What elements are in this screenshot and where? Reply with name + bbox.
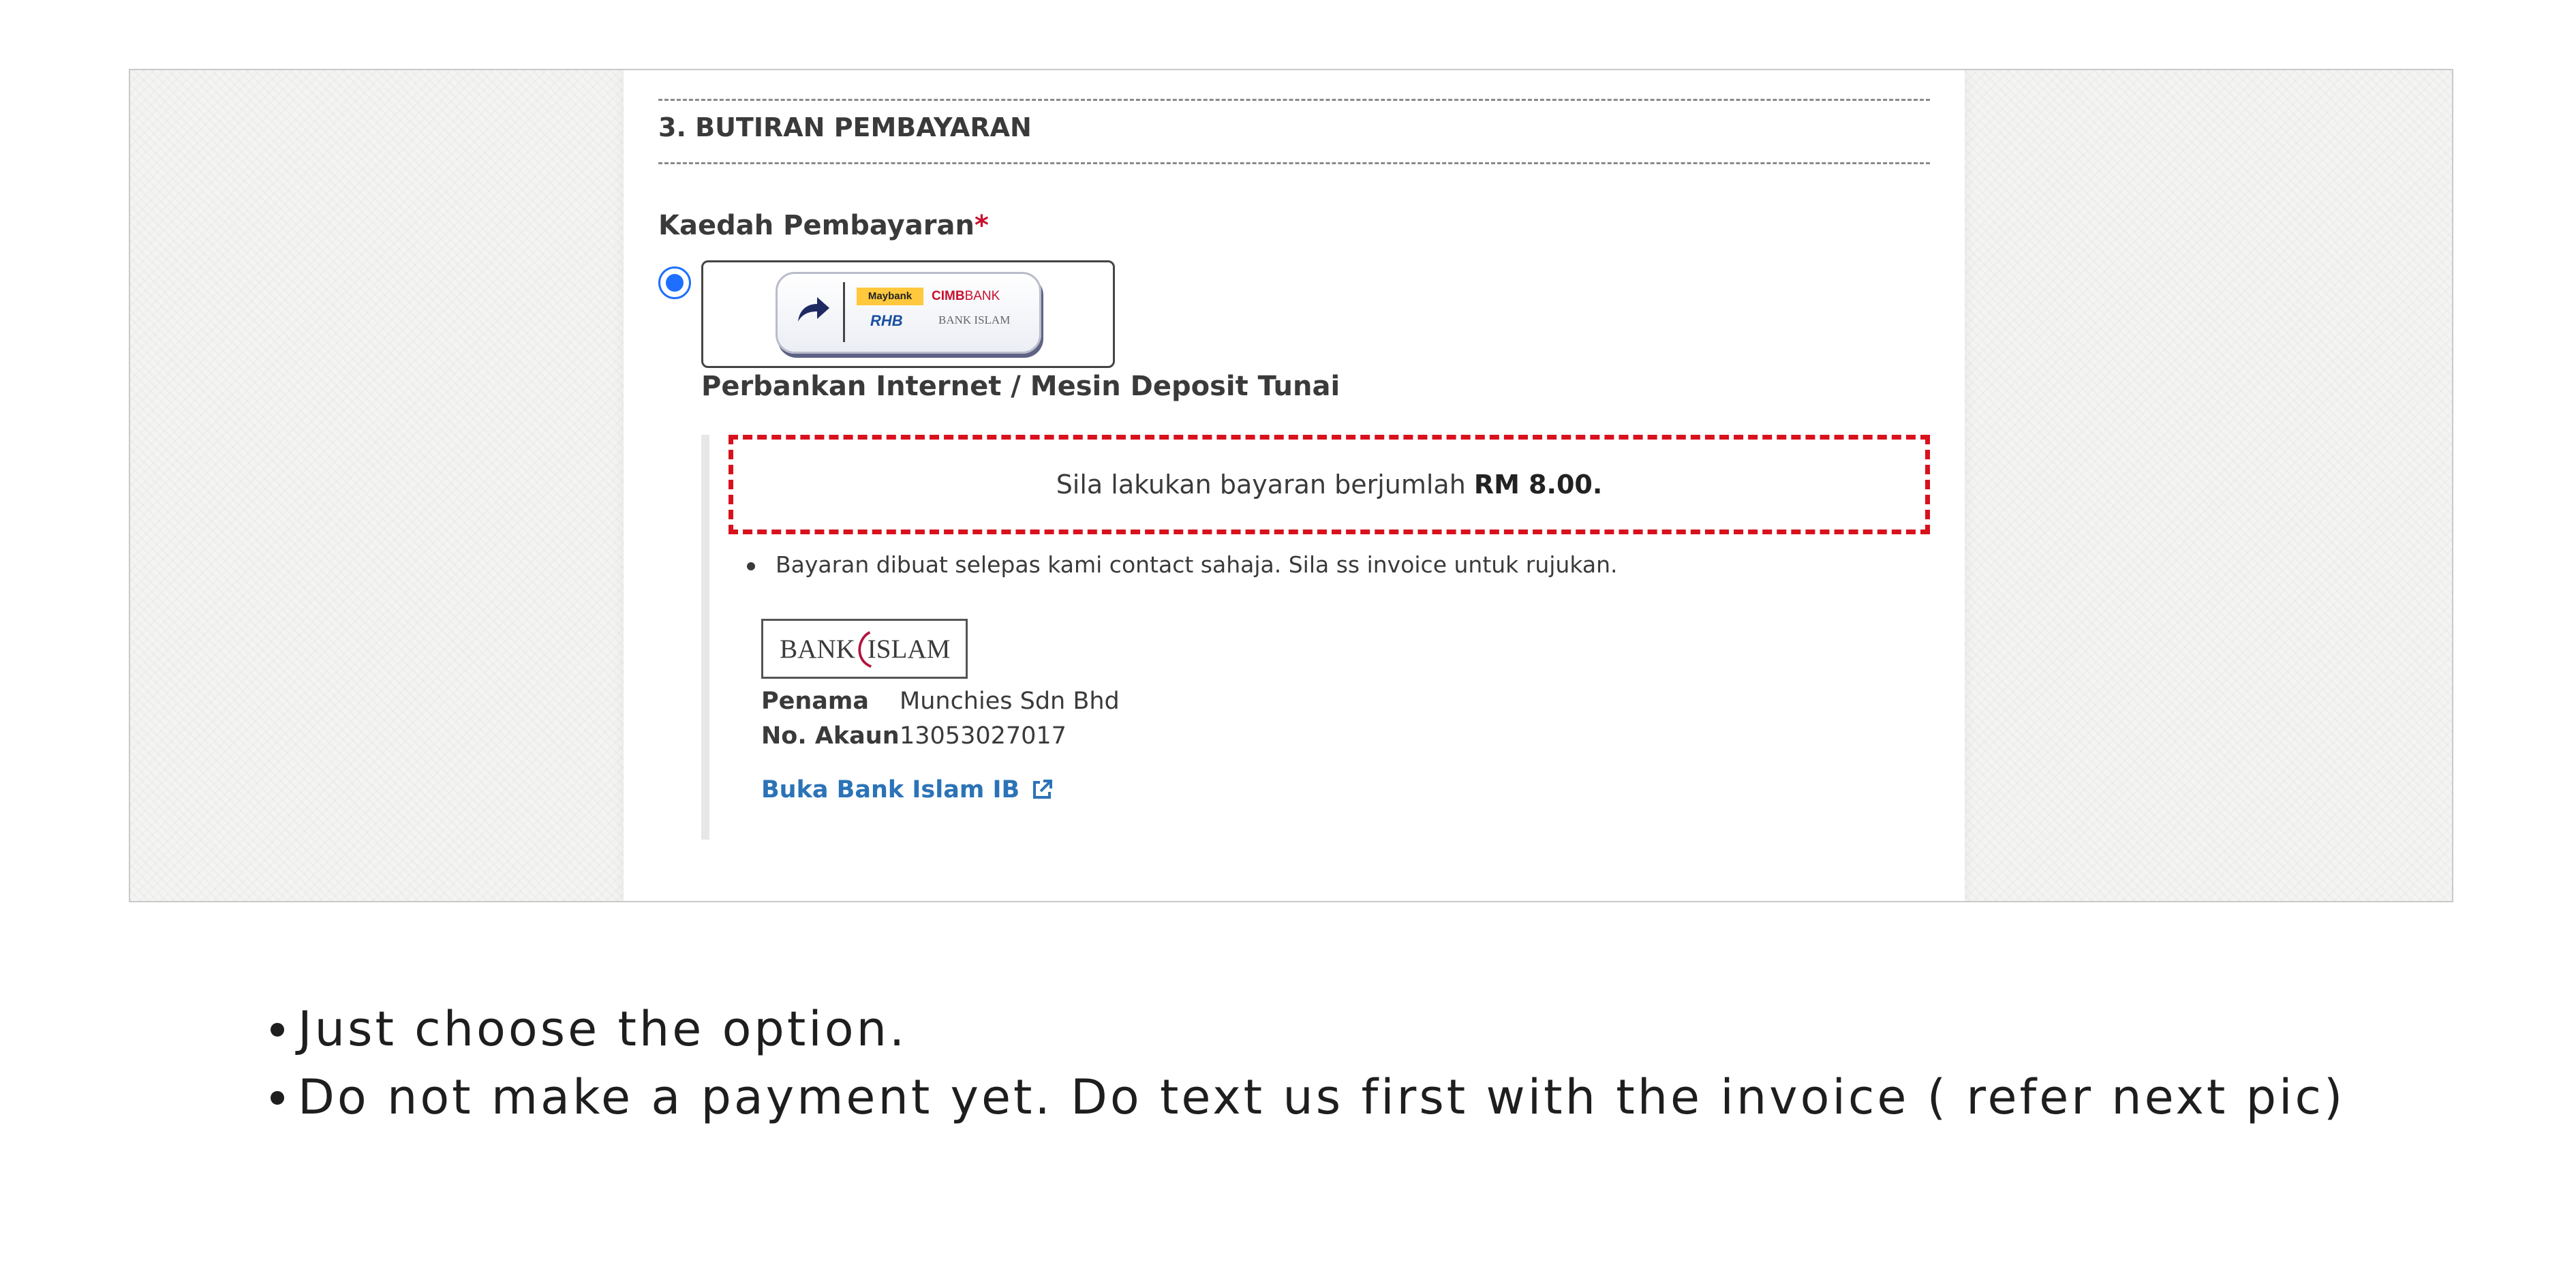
open-bank-islam-link-text[interactable]: Buka Bank Islam IB — [761, 776, 1019, 803]
radio-selected-icon — [666, 274, 684, 292]
bank-islam-mini-logo: BANK ISLAM — [938, 313, 1011, 326]
payment-note-text: Bayaran dibuat selepas kami contact saha… — [776, 551, 1618, 578]
bank-islam-logo-graphic: BANK ISLAM — [780, 631, 951, 668]
instruction-item: Do not make a payment yet. Do text us fi… — [271, 1063, 2345, 1131]
payee-value: Munchies Sdn Bhd — [900, 688, 1120, 715]
screenshot-frame: 3. BUTIRAN PEMBAYARAN Kaedah Pembayaran*… — [129, 69, 2453, 902]
details-left-bar — [701, 435, 709, 840]
payee-key: Penama — [761, 688, 870, 715]
account-row: No. Akaun13053027017 — [761, 722, 1067, 750]
instruction-text: Do not make a payment yet. Do text us fi… — [298, 1069, 2346, 1125]
cimb-logo-bold: CIMB — [932, 289, 965, 303]
maybank-logo: Maybank — [857, 288, 923, 305]
payment-option-radio[interactable] — [658, 266, 691, 299]
section-divider-bottom — [658, 162, 1930, 164]
payee-row: Penama Munchies Sdn Bhd — [761, 688, 1120, 715]
bullet-icon — [271, 1022, 284, 1037]
badge-divider — [843, 282, 845, 342]
rhb-logo: RHB — [870, 312, 903, 329]
external-link-icon[interactable] — [1030, 778, 1054, 801]
payment-amount-notice: Sila lakukan bayaran berjumlah RM 8.00. — [729, 435, 1930, 534]
bullet-icon — [271, 1090, 284, 1105]
payment-note: Bayaran dibuat selepas kami contact saha… — [747, 551, 1618, 578]
section-divider-top — [658, 99, 1930, 101]
bullet-icon — [747, 562, 755, 570]
bank-islam-logo: BANK ISLAM — [761, 619, 968, 679]
section-title: 3. BUTIRAN PEMBAYARAN — [658, 112, 1032, 142]
cimb-logo-light: BANK — [964, 289, 1000, 303]
bank-logos-badge: Maybank CIMBBANK RHB BANK ISLAM — [776, 272, 1041, 354]
payment-option-card[interactable]: Maybank CIMBBANK RHB BANK ISLAM — [701, 260, 1115, 368]
payment-amount: RM 8.00. — [1473, 470, 1603, 500]
share-arrow-icon — [798, 297, 829, 322]
payment-form-panel: 3. BUTIRAN PEMBAYARAN Kaedah Pembayaran*… — [624, 70, 1965, 901]
payment-method-label: Kaedah Pembayaran* — [658, 210, 989, 241]
bank-islam-logo-right: ISLAM — [868, 634, 951, 664]
payment-option-label[interactable]: Perbankan Internet / Mesin Deposit Tunai — [701, 371, 1340, 402]
open-bank-islam-link[interactable]: Buka Bank Islam IB — [761, 776, 1054, 803]
account-key: No. Akaun — [761, 722, 900, 750]
instruction-item: Just choose the option. — [271, 995, 2345, 1063]
bank-islam-logo-left: BANK — [780, 634, 855, 664]
cimb-logo: CIMBBANK — [932, 288, 1000, 305]
notice-text: Sila lakukan bayaran berjumlah — [1056, 470, 1466, 500]
instruction-text: Just choose the option. — [298, 1001, 908, 1057]
payment-method-label-text: Kaedah Pembayaran — [658, 210, 975, 241]
required-mark: * — [974, 210, 989, 241]
instructions-list: Just choose the option. Do not make a pa… — [271, 995, 2345, 1131]
account-value: 13053027017 — [900, 722, 1067, 750]
